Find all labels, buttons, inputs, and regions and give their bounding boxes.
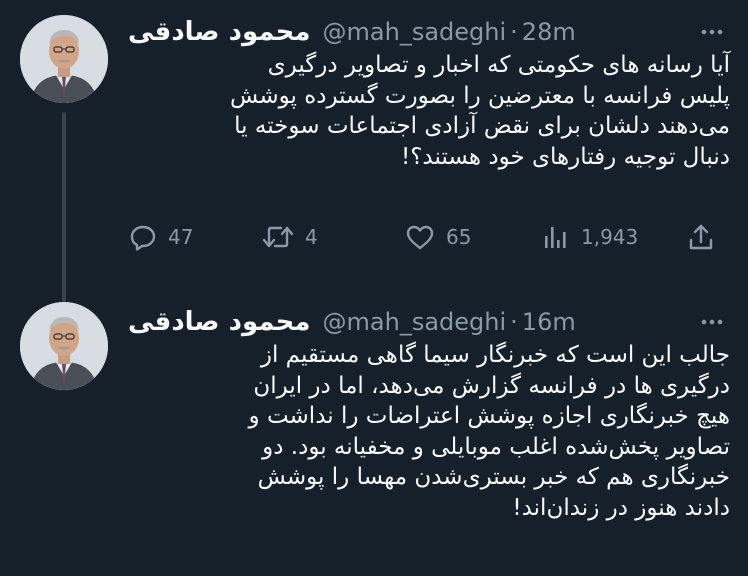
tweet-actions: 47 4 65 1,943 bbox=[128, 220, 728, 254]
tweet-text: آیا رسانه های حکومتی که اخبار و تصاویر د… bbox=[230, 52, 730, 170]
more-options-button[interactable] bbox=[698, 308, 726, 336]
reply-count: 47 bbox=[168, 225, 194, 249]
author-handle[interactable]: @mah_sadeghi bbox=[323, 308, 507, 336]
views-count: 1,943 bbox=[581, 225, 639, 249]
author-name[interactable]: محمود صادقی bbox=[128, 307, 311, 337]
thread-connector-line bbox=[62, 112, 66, 302]
more-horizontal-icon bbox=[701, 319, 723, 325]
tweet-text: جالب این است که خبرنگار سیما گاهی مستقیم… bbox=[248, 342, 730, 521]
retweet-count: 4 bbox=[305, 225, 318, 249]
like-button[interactable]: 65 bbox=[404, 220, 471, 254]
avatar[interactable] bbox=[20, 15, 108, 103]
tweet[interactable]: محمود صادقی @mah_sadeghi · 28m آیا رسانه… bbox=[0, 0, 748, 302]
retweet-button[interactable]: 4 bbox=[261, 220, 318, 254]
views-bars-icon bbox=[545, 227, 566, 248]
tweet-timestamp[interactable]: 28m bbox=[522, 18, 576, 46]
reply-bubble-icon bbox=[130, 225, 156, 251]
tweet-header: محمود صادقی @mah_sadeghi · 16m bbox=[128, 304, 576, 340]
heart-icon bbox=[406, 225, 434, 250]
tweet-timestamp[interactable]: 16m bbox=[522, 308, 576, 336]
retweet-arrows-icon bbox=[262, 226, 294, 248]
share-button[interactable] bbox=[686, 220, 716, 254]
tweet[interactable]: محمود صادقی @mah_sadeghi · 16m جالب این … bbox=[0, 290, 748, 576]
more-horizontal-icon bbox=[701, 29, 723, 35]
avatar[interactable] bbox=[20, 302, 108, 390]
share-upload-icon bbox=[689, 224, 713, 250]
more-options-button[interactable] bbox=[698, 18, 726, 46]
reply-button[interactable]: 47 bbox=[128, 220, 193, 254]
views-button[interactable]: 1,943 bbox=[541, 220, 638, 254]
separator-dot: · bbox=[510, 18, 518, 46]
separator-dot: · bbox=[510, 308, 518, 336]
like-count: 65 bbox=[446, 225, 472, 249]
author-name[interactable]: محمود صادقی bbox=[128, 17, 311, 47]
author-handle[interactable]: @mah_sadeghi bbox=[323, 18, 507, 46]
tweet-header: محمود صادقی @mah_sadeghi · 28m bbox=[128, 14, 576, 50]
